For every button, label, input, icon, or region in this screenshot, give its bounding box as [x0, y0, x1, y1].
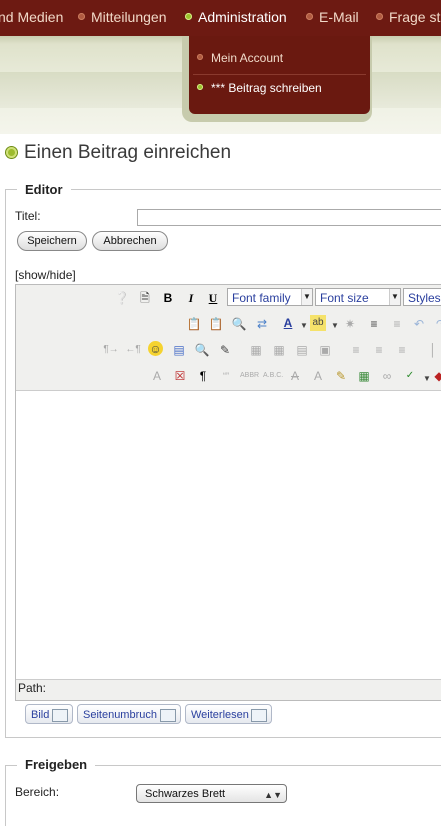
page-title: Einen Beitrag einreichen [24, 142, 232, 163]
link-icon[interactable]: ∞ [379, 368, 395, 384]
find-icon[interactable]: 🔍 [231, 316, 247, 332]
table-cell-props-icon[interactable]: ▤ [294, 342, 310, 358]
visual-chars-icon[interactable]: ¶ [195, 368, 211, 384]
new-document-icon[interactable]: 🗎 [137, 290, 153, 306]
cancel-button[interactable]: Abbrechen [92, 231, 168, 251]
read-more-button[interactable]: Weiterlesen [185, 704, 272, 724]
title-bullet-icon [6, 147, 17, 158]
chevron-down-icon: ▼ [389, 289, 400, 305]
page-break-icon [160, 709, 176, 722]
insert-row-after-icon[interactable]: ≡ [371, 342, 387, 358]
styles-select[interactable]: Styles [403, 288, 441, 306]
chevron-updown-icon: ▲▼ [264, 790, 282, 800]
italic-icon[interactable]: I [183, 290, 199, 306]
chevron-down-icon: ▼ [301, 289, 312, 305]
ltr-icon[interactable]: ¶→ [103, 342, 119, 358]
bullet-icon [185, 12, 192, 20]
preview-icon[interactable]: 🔍 [194, 342, 210, 358]
insert-row-before-icon[interactable]: ≡ [348, 342, 364, 358]
nav-item-frage[interactable]: Frage st [376, 9, 440, 25]
dropdown-item-mein-account[interactable]: Mein Account [197, 51, 283, 65]
insert-table-icon[interactable]: ▦ [248, 342, 264, 358]
dropdown-divider [193, 74, 366, 75]
editor-content-area[interactable] [16, 390, 441, 680]
bullet-icon [197, 83, 203, 90]
redo-icon[interactable]: ↷ [433, 316, 441, 332]
spellcheck-abc-icon[interactable]: ✓ [402, 368, 418, 384]
font-size-select[interactable]: Font size ▼ [315, 288, 401, 306]
editor-path-label: Path: [18, 681, 47, 695]
bullet-icon [306, 12, 313, 20]
nav-item-email[interactable]: E-Mail [306, 9, 359, 25]
editor-legend: Editor [17, 182, 71, 197]
image-icon [52, 709, 68, 722]
bullet-icon [197, 53, 203, 60]
rtl-icon[interactable]: ←¶ [125, 342, 141, 358]
acronym-icon[interactable]: A.B.C. [263, 368, 283, 384]
delete-text-icon[interactable]: A [287, 368, 303, 384]
chevron-down-icon[interactable]: ▼ [327, 318, 343, 334]
emoticon-icon[interactable]: ☺ [148, 341, 163, 356]
text-color-icon[interactable]: A [280, 315, 296, 331]
merge-cells-icon[interactable]: ▣ [317, 342, 333, 358]
abbreviation-icon[interactable]: ABBR [240, 368, 259, 384]
title-label: Titel: [15, 209, 41, 223]
save-button[interactable]: Speichern [17, 231, 87, 251]
image-icon[interactable]: ▦ [356, 368, 372, 384]
fullscreen-icon[interactable]: ◆ [431, 368, 441, 384]
underline-icon[interactable]: U [205, 290, 221, 306]
bold-icon[interactable]: B [160, 290, 176, 306]
read-more-icon [251, 709, 267, 722]
edit-image-icon[interactable]: ✎ [217, 342, 233, 358]
administration-dropdown: Mein Account *** Beitrag schreiben [189, 36, 370, 114]
top-navigation: nd Medien Mitteilungen Administration E-… [0, 0, 441, 36]
insert-column-icon[interactable]: │ [425, 342, 441, 358]
area-select[interactable]: Schwarzes Brett ▲▼ [136, 784, 287, 803]
dropdown-item-beitrag-schreiben[interactable]: *** Beitrag schreiben [197, 81, 322, 95]
highlight-color-icon[interactable]: ab [310, 315, 326, 331]
release-legend: Freigeben [17, 757, 96, 772]
replace-icon[interactable]: ⇄ [254, 316, 270, 332]
cite-icon[interactable]: “” [218, 368, 234, 384]
show-hide-toggle[interactable]: [show/hide] [15, 268, 76, 282]
insert-image-button[interactable]: Bild [25, 704, 73, 724]
page-break-button[interactable]: Seitenumbruch [77, 704, 181, 724]
bullet-icon [78, 12, 85, 20]
outdent-icon[interactable]: ≡ [389, 316, 405, 332]
nav-item-mitteilungen[interactable]: Mitteilungen [78, 9, 167, 25]
nav-item-medien[interactable]: nd Medien [0, 9, 63, 25]
nav-item-administration[interactable]: Administration [185, 9, 287, 25]
title-input[interactable] [137, 209, 441, 226]
undo-icon[interactable]: ↶ [411, 316, 427, 332]
styleprops-icon[interactable]: A [149, 368, 165, 384]
bullet-icon [376, 12, 383, 20]
clean-up-icon[interactable]: ☒ [172, 368, 188, 384]
media-icon[interactable]: ▤ [171, 342, 187, 358]
table-row-props-icon[interactable]: ▦ [271, 342, 287, 358]
paste-word-icon[interactable]: 📋 [186, 316, 202, 332]
help-icon[interactable]: ❔ [114, 290, 130, 306]
insert-text-icon[interactable]: A [310, 368, 326, 384]
delete-row-icon[interactable]: ≡ [394, 342, 410, 358]
area-label: Bereich: [15, 785, 60, 799]
font-family-select[interactable]: Font family ▼ [227, 288, 313, 306]
paste-text-icon[interactable]: 📋 [208, 316, 224, 332]
attributes-icon[interactable]: ✎ [333, 368, 349, 384]
align-justify-icon[interactable]: ≡ [366, 316, 382, 332]
spellcheck-icon[interactable]: ✷ [342, 316, 358, 332]
